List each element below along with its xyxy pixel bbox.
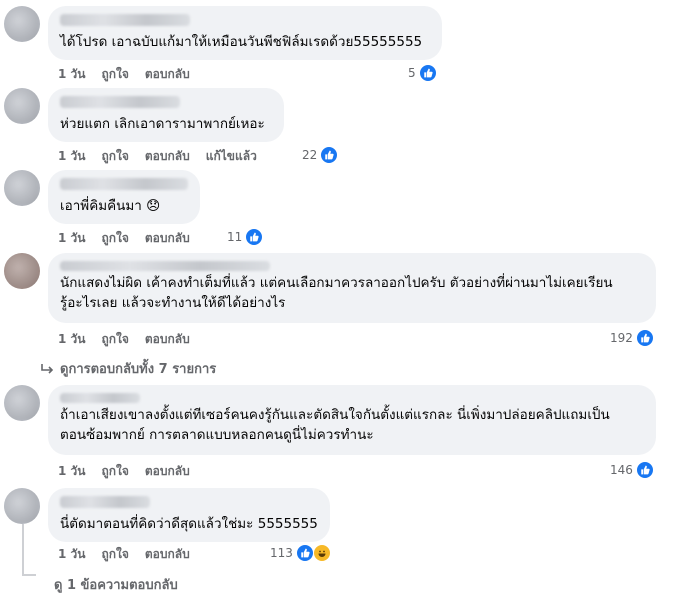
edited-label[interactable]: แก้ไขแล้ว bbox=[206, 147, 257, 166]
comment-bubble: ห่วยแตก เลิกเอาดารามาพากย์เหอะ bbox=[48, 88, 284, 142]
like-reaction-icon bbox=[295, 544, 314, 562]
reaction-count[interactable]: 11 bbox=[227, 228, 264, 246]
comment-actions: 1 วัน ถูกใจ ตอบกลับ bbox=[58, 330, 190, 348]
like-reaction-icon bbox=[418, 64, 437, 82]
comment-bubble: นี่ตัดมาตอนที่คิดว่าดีสุดแล้วใช่มะ 55555… bbox=[48, 488, 330, 542]
comment-text: ได้โปรด เอาฉบับแก้มาให้เหมือนวันพีชฟิล์ม… bbox=[60, 34, 423, 50]
like-reaction-icon bbox=[245, 228, 264, 246]
reaction-number: 5 bbox=[408, 66, 416, 80]
reply-arrow-icon bbox=[41, 363, 54, 374]
reaction-count[interactable]: 5 bbox=[408, 64, 437, 82]
avatar[interactable] bbox=[4, 385, 40, 421]
comment-actions: 1 วัน ถูกใจ ตอบกลับ bbox=[58, 229, 190, 247]
timestamp[interactable]: 1 วัน bbox=[58, 147, 85, 166]
author-name[interactable] bbox=[60, 14, 190, 26]
comment-actions: 1 วัน ถูกใจ ตอบกลับ bbox=[58, 462, 190, 480]
reaction-number: 22 bbox=[302, 148, 318, 162]
reaction-count[interactable]: 146 bbox=[610, 461, 654, 479]
reaction-count[interactable]: 22 bbox=[302, 146, 339, 164]
comment-bubble: เอาพี่คิมคืนมา 😞 bbox=[48, 170, 200, 224]
timestamp[interactable]: 1 วัน bbox=[58, 462, 85, 481]
comment-bubble: นักแสดงไม่ผิด เค้าคงทำเต็มที่แล้ว แต่คนเ… bbox=[48, 253, 656, 323]
comment-text: ถ้าเอาเสียงเขาลงตั้งแต่ทีเซอร์คนคงรู้กัน… bbox=[60, 407, 610, 443]
timestamp[interactable]: 1 วัน bbox=[58, 330, 85, 349]
avatar[interactable] bbox=[4, 170, 40, 206]
reply-button[interactable]: ตอบกลับ bbox=[145, 462, 190, 481]
timestamp[interactable]: 1 วัน bbox=[58, 229, 85, 248]
reply-button[interactable]: ตอบกลับ bbox=[145, 545, 190, 564]
comment-actions: 1 วัน ถูกใจ ตอบกลับ แก้ไขแล้ว bbox=[58, 147, 257, 165]
thread-line-curve bbox=[22, 574, 36, 576]
view-replies-label: ดู 1 ข้อความตอบกลับ bbox=[54, 578, 178, 593]
reaction-number: 11 bbox=[227, 230, 243, 244]
timestamp[interactable]: 1 วัน bbox=[58, 545, 85, 564]
author-name[interactable] bbox=[60, 261, 270, 271]
view-replies-link[interactable]: ดูการตอบกลับทั้ง 7 รายการ bbox=[40, 358, 216, 379]
reaction-number: 192 bbox=[610, 331, 633, 345]
reply-button[interactable]: ตอบกลับ bbox=[145, 330, 190, 349]
reply-button[interactable]: ตอบกลับ bbox=[145, 147, 190, 166]
like-reaction-icon bbox=[635, 329, 654, 347]
like-button[interactable]: ถูกใจ bbox=[101, 330, 128, 349]
avatar[interactable] bbox=[4, 88, 40, 124]
comment-text: นี่ตัดมาตอนที่คิดว่าดีสุดแล้วใช่มะ 55555… bbox=[60, 516, 318, 532]
comment-text: นักแสดงไม่ผิด เค้าคงทำเต็มที่แล้ว แต่คนเ… bbox=[60, 275, 613, 311]
comment-bubble: ถ้าเอาเสียงเขาลงตั้งแต่ทีเซอร์คนคงรู้กัน… bbox=[48, 385, 656, 455]
reaction-number: 146 bbox=[610, 463, 633, 477]
comment-text: ห่วยแตก เลิกเอาดารามาพากย์เหอะ bbox=[60, 116, 265, 132]
avatar[interactable] bbox=[4, 6, 40, 42]
like-reaction-icon bbox=[320, 146, 339, 164]
comment-actions: 1 วัน ถูกใจ ตอบกลับ bbox=[58, 65, 190, 83]
reply-button[interactable]: ตอบกลับ bbox=[145, 229, 190, 248]
timestamp[interactable]: 1 วัน bbox=[58, 65, 85, 84]
reaction-number: 113 bbox=[270, 546, 293, 560]
view-replies-label: ดูการตอบกลับทั้ง 7 รายการ bbox=[60, 362, 217, 377]
like-button[interactable]: ถูกใจ bbox=[101, 65, 128, 84]
author-name[interactable] bbox=[60, 496, 150, 508]
haha-reaction-icon bbox=[312, 544, 331, 562]
like-button[interactable]: ถูกใจ bbox=[101, 462, 128, 481]
reaction-count[interactable]: 113 bbox=[270, 544, 331, 562]
view-replies-link[interactable]: ดู 1 ข้อความตอบกลับ bbox=[54, 574, 178, 595]
author-name[interactable] bbox=[60, 96, 180, 108]
like-button[interactable]: ถูกใจ bbox=[101, 545, 128, 564]
thread-line bbox=[22, 524, 24, 576]
comment-text: เอาพี่คิมคืนมา 😞 bbox=[60, 198, 161, 214]
reply-button[interactable]: ตอบกลับ bbox=[145, 65, 190, 84]
reaction-count[interactable]: 192 bbox=[610, 329, 654, 347]
like-reaction-icon bbox=[635, 461, 654, 479]
like-button[interactable]: ถูกใจ bbox=[101, 229, 128, 248]
avatar[interactable] bbox=[4, 488, 40, 524]
author-name[interactable] bbox=[60, 393, 140, 403]
like-button[interactable]: ถูกใจ bbox=[101, 147, 128, 166]
comment-actions: 1 วัน ถูกใจ ตอบกลับ bbox=[58, 545, 190, 563]
author-name[interactable] bbox=[60, 178, 188, 190]
avatar[interactable] bbox=[4, 253, 40, 289]
comment-bubble: ได้โปรด เอาฉบับแก้มาให้เหมือนวันพีชฟิล์ม… bbox=[48, 6, 442, 60]
